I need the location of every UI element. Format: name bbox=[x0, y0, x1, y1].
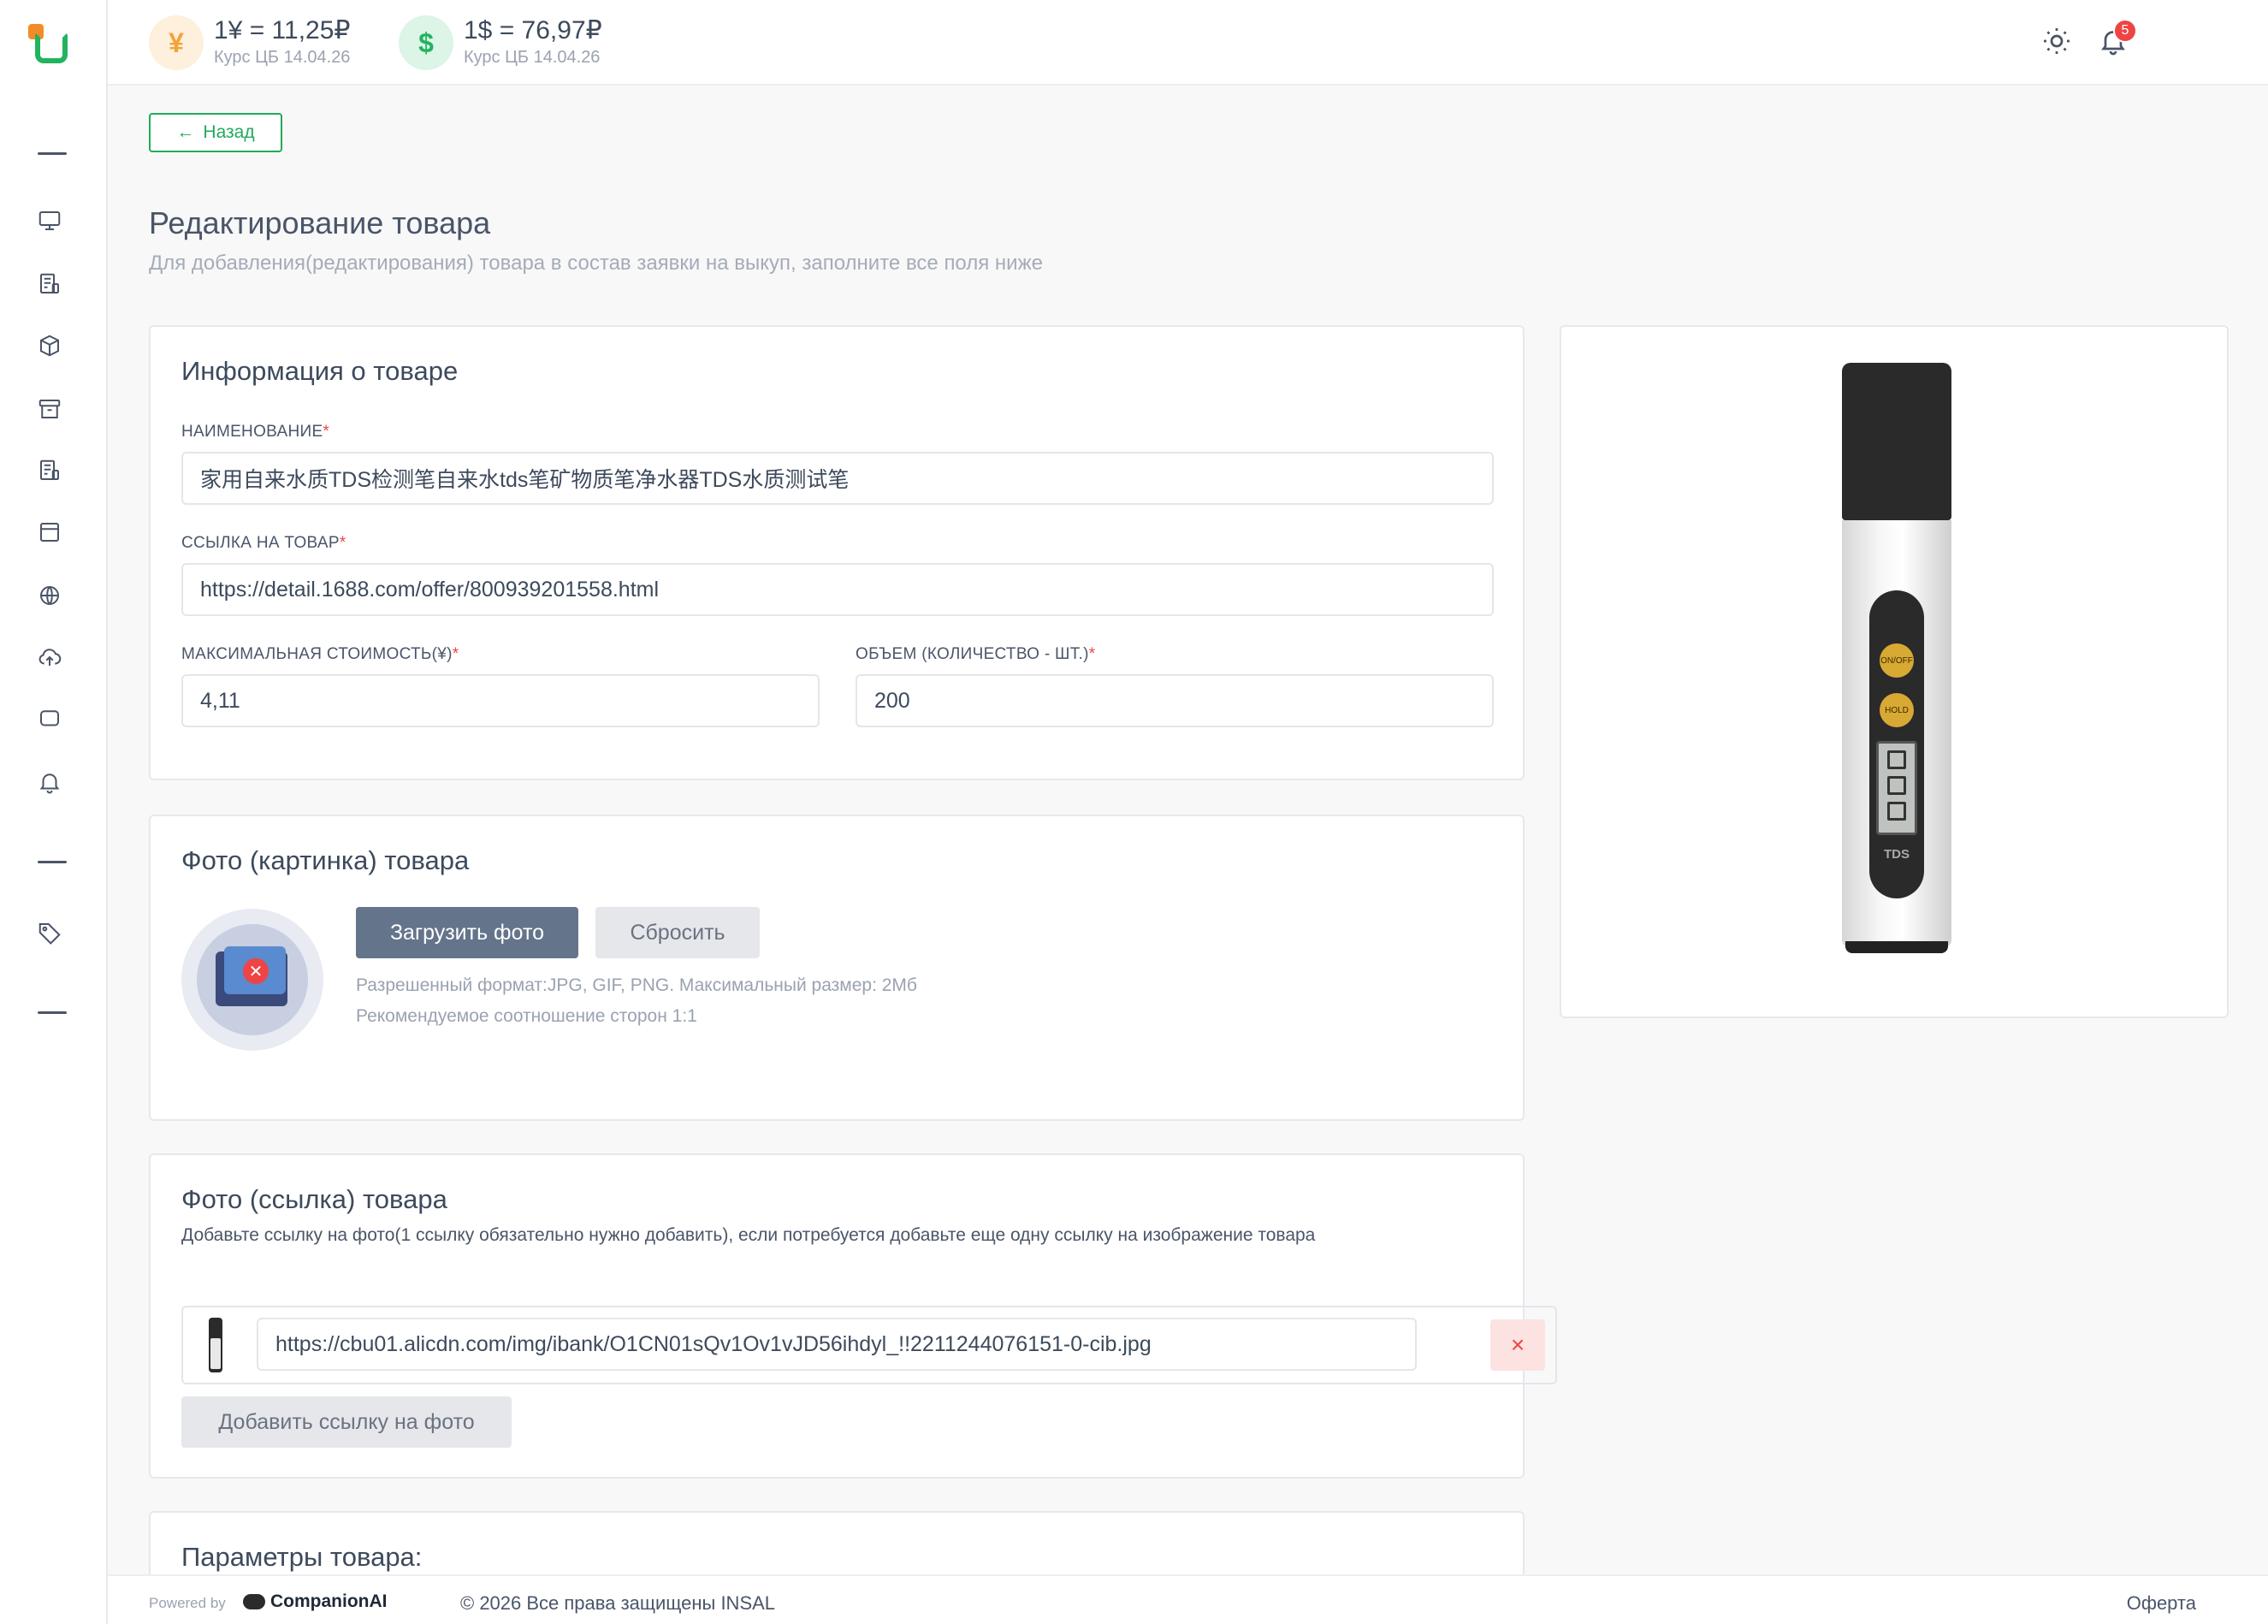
notification-badge: 5 bbox=[2113, 19, 2137, 43]
photo-link-card: Фото (ссылка) товара Добавьте ссылку на … bbox=[149, 1153, 1557, 1479]
max-price-field-label: МАКСИМАЛЬНАЯ СТОИМОСТЬ(¥)* bbox=[181, 645, 459, 663]
document-list-icon[interactable] bbox=[34, 455, 65, 486]
add-photo-link-button[interactable]: Добавить ссылку на фото bbox=[181, 1396, 512, 1448]
photo-placeholder: ✕ bbox=[181, 909, 323, 1051]
photo-link-title: Фото (ссылка) товара bbox=[181, 1184, 447, 1214]
app-logo[interactable] bbox=[28, 24, 69, 65]
top-header: ¥ 1¥ = 11,25₽ Курс ЦБ 14.04.26 $ 1$ = 76… bbox=[108, 0, 2268, 86]
document-icon[interactable] bbox=[34, 269, 65, 299]
delete-link-button[interactable]: × bbox=[1490, 1319, 1545, 1371]
back-button[interactable]: ← Назад bbox=[149, 113, 282, 152]
back-button-label: Назад bbox=[203, 122, 255, 142]
bell-icon[interactable] bbox=[34, 767, 65, 797]
chat-icon[interactable] bbox=[34, 703, 65, 734]
archive-icon[interactable] bbox=[34, 394, 65, 424]
tag-icon[interactable] bbox=[34, 917, 65, 948]
dollar-rate: $ 1$ = 76,97₽ Курс ЦБ 14.04.26 bbox=[399, 14, 602, 72]
image-error-icon: ✕ bbox=[243, 958, 269, 984]
page-title: Редактирование товара bbox=[149, 205, 491, 240]
aspect-ratio-hint: Рекомендуемое соотношение сторон 1:1 bbox=[356, 1006, 697, 1026]
companion-ai-brand[interactable]: CompanionAI bbox=[243, 1591, 388, 1612]
yuan-rate-value: 1¥ = 11,25₽ bbox=[214, 16, 351, 44]
photo-link-input[interactable] bbox=[257, 1318, 1417, 1371]
globe-icon[interactable] bbox=[34, 580, 65, 611]
cloud-upload-icon[interactable] bbox=[34, 642, 65, 673]
product-image: ON/OFF HOLD TDS bbox=[1842, 363, 1951, 957]
calendar-icon[interactable] bbox=[34, 517, 65, 548]
theme-toggle-sun-icon[interactable] bbox=[2036, 21, 2077, 62]
footer: Powered by CompanionAI © 2026 Все права … bbox=[108, 1574, 2268, 1624]
format-hint: Разрешенный формат:JPG, GIF, PNG. Максим… bbox=[356, 975, 917, 995]
monitor-icon[interactable] bbox=[34, 205, 65, 236]
page-subtitle: Для добавления(редактирования) товара в … bbox=[149, 252, 1043, 275]
quantity-field-label: ОБЪЕМ (КОЛИЧЕСТВО - ШТ.)* bbox=[856, 645, 1096, 663]
logo-green-frame bbox=[35, 33, 68, 63]
box-icon[interactable] bbox=[34, 330, 65, 361]
photo-link-description: Добавьте ссылку на фото(1 ссылку обязате… bbox=[181, 1225, 1316, 1245]
product-info-card: Информация о товаре НАИМЕНОВАНИЕ* ССЫЛКА… bbox=[149, 325, 1525, 780]
product-link-input[interactable] bbox=[181, 563, 1494, 616]
sidebar bbox=[0, 0, 108, 1624]
powered-by-label: Powered by bbox=[149, 1595, 226, 1611]
photo-link-row: × bbox=[181, 1306, 1557, 1384]
yen-icon: ¥ bbox=[149, 15, 204, 70]
photo-upload-card: Фото (картинка) товара ✕ Загрузить фото … bbox=[149, 815, 1525, 1121]
notifications-bell-icon[interactable]: 5 bbox=[2093, 19, 2137, 62]
photo-thumbnail bbox=[209, 1318, 222, 1372]
photo-upload-title: Фото (картинка) товара bbox=[181, 845, 470, 875]
product-info-title: Информация о товаре bbox=[181, 356, 459, 386]
offer-link[interactable]: Оферта bbox=[2127, 1592, 2196, 1615]
product-name-input[interactable] bbox=[181, 452, 1494, 505]
name-field-label: НАИМЕНОВАНИЕ* bbox=[181, 423, 330, 441]
product-image-panel: ON/OFF HOLD TDS bbox=[1560, 325, 2229, 1018]
upload-photo-button[interactable]: Загрузить фото bbox=[356, 907, 578, 958]
sidebar-divider bbox=[38, 1011, 67, 1014]
yuan-rate: ¥ 1¥ = 11,25₽ Курс ЦБ 14.04.26 bbox=[149, 14, 351, 72]
product-params-title: Параметры товара: bbox=[181, 1542, 423, 1572]
sidebar-divider bbox=[38, 152, 67, 155]
quantity-input[interactable] bbox=[856, 674, 1494, 727]
dollar-rate-value: 1$ = 76,97₽ bbox=[464, 16, 602, 44]
dollar-icon: $ bbox=[399, 15, 453, 70]
link-field-label: ССЫЛКА НА ТОВАР* bbox=[181, 534, 346, 552]
yuan-rate-source: Курс ЦБ 14.04.26 bbox=[214, 48, 351, 67]
max-price-input[interactable] bbox=[181, 674, 820, 727]
dollar-rate-source: Курс ЦБ 14.04.26 bbox=[464, 48, 601, 67]
companion-logo-icon bbox=[243, 1594, 265, 1609]
copyright-text: © 2026 Все права защищены INSAL bbox=[460, 1592, 776, 1614]
reset-photo-button[interactable]: Сбросить bbox=[595, 907, 760, 958]
arrow-left-icon: ← bbox=[176, 122, 195, 142]
sidebar-divider bbox=[38, 861, 67, 863]
